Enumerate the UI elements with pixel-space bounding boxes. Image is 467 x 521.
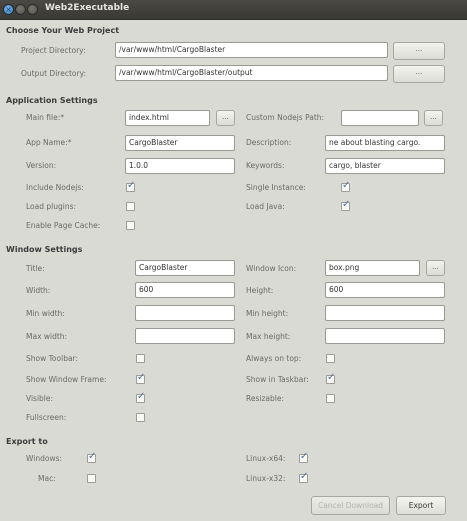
app-name-input[interactable]: CargoBlaster [125, 135, 235, 151]
resizable-checkbox[interactable] [326, 394, 335, 403]
custom-nodejs-label: Custom Nodejs Path: [246, 113, 325, 122]
linux-x64-label: Linux-x64: [246, 454, 286, 463]
project-directory-input[interactable]: /var/www/html/CargoBlaster [115, 42, 388, 58]
section-export-to: Export to [6, 437, 48, 446]
max-height-label: Max height: [246, 332, 291, 341]
windows-checkbox[interactable] [87, 451, 96, 463]
export-button[interactable]: Export [396, 496, 446, 515]
load-plugins-label: Load plugins: [26, 202, 77, 211]
app-name-label: App Name:* [26, 138, 72, 147]
window-icon-browse-button[interactable]: ... [426, 260, 445, 276]
include-nodejs-label: Include Nodejs: [26, 183, 84, 192]
show-window-frame-label: Show Window Frame: [26, 375, 107, 384]
description-label: Description: [246, 138, 292, 147]
enable-page-cache-checkbox[interactable] [126, 221, 135, 230]
load-java-checkbox[interactable] [341, 199, 350, 211]
maximize-window-button[interactable] [27, 4, 38, 15]
max-width-label: Max width: [26, 332, 68, 341]
include-nodejs-checkbox[interactable] [126, 180, 135, 192]
show-in-taskbar-label: Show in Taskbar: [246, 375, 309, 384]
window-title: Web2Executable [45, 3, 130, 13]
section-application-settings: Application Settings [6, 96, 98, 105]
enable-page-cache-label: Enable Page Cache: [26, 221, 101, 230]
cancel-download-button[interactable]: Cancel Download [311, 496, 390, 515]
minimize-window-button[interactable] [15, 4, 26, 15]
show-in-taskbar-checkbox[interactable] [326, 372, 335, 384]
close-window-button[interactable]: × [3, 4, 14, 15]
min-width-input[interactable] [135, 305, 235, 321]
single-instance-label: Single Instance: [246, 183, 306, 192]
max-width-input[interactable] [135, 328, 235, 344]
mac-label: Mac: [38, 474, 56, 483]
windows-label: Windows: [26, 454, 63, 463]
custom-nodejs-browse-button[interactable]: ... [424, 110, 443, 126]
linux-x32-checkbox[interactable] [299, 471, 308, 483]
fullscreen-label: Fullscreen: [26, 413, 67, 422]
title-label: Title: [26, 264, 45, 273]
always-on-top-label: Always on top: [246, 354, 302, 363]
custom-nodejs-input[interactable] [341, 110, 419, 126]
title-bar: × Web2Executable [0, 0, 467, 20]
window-icon-label: Window Icon: [246, 264, 297, 273]
min-width-label: Min width: [26, 309, 65, 318]
window-icon-input[interactable]: box.png [325, 260, 420, 276]
max-height-input[interactable] [325, 328, 445, 344]
show-toolbar-checkbox[interactable] [136, 354, 145, 363]
min-height-label: Min height: [246, 309, 289, 318]
min-height-input[interactable] [325, 305, 445, 321]
resizable-label: Resizable: [246, 394, 284, 403]
width-input[interactable]: 600 [135, 282, 235, 298]
project-directory-browse-button[interactable]: ... [393, 42, 445, 60]
visible-checkbox[interactable] [136, 391, 145, 403]
load-java-label: Load Java: [246, 202, 285, 211]
linux-x32-label: Linux-x32: [246, 474, 286, 483]
keywords-label: Keywords: [246, 161, 285, 170]
description-input[interactable]: ne about blasting cargo. [325, 135, 445, 151]
section-web-project: Choose Your Web Project [6, 26, 120, 35]
width-label: Width: [26, 286, 51, 295]
project-directory-label: Project Directory: [21, 46, 86, 55]
fullscreen-checkbox[interactable] [136, 413, 145, 422]
version-input[interactable]: 1.0.0 [125, 158, 235, 174]
close-icon: × [5, 5, 12, 14]
output-directory-input[interactable]: /var/www/html/CargoBlaster/output [115, 65, 388, 81]
output-directory-browse-button[interactable]: ... [393, 65, 445, 83]
height-label: Height: [246, 286, 274, 295]
show-window-frame-checkbox[interactable] [136, 372, 145, 384]
version-label: Version: [26, 161, 57, 170]
height-input[interactable]: 600 [325, 282, 445, 298]
mac-checkbox[interactable] [87, 474, 96, 483]
keywords-input[interactable]: cargo, blaster [325, 158, 445, 174]
single-instance-checkbox[interactable] [341, 180, 350, 192]
section-window-settings: Window Settings [6, 245, 83, 254]
main-file-browse-button[interactable]: ... [216, 110, 235, 126]
output-directory-label: Output Directory: [21, 69, 86, 78]
visible-label: Visible: [26, 394, 54, 403]
main-file-input[interactable]: index.html [125, 110, 210, 126]
main-file-label: Main file:* [26, 113, 64, 122]
always-on-top-checkbox[interactable] [326, 354, 335, 363]
load-plugins-checkbox[interactable] [126, 202, 135, 211]
title-input[interactable]: CargoBlaster [135, 260, 235, 276]
linux-x64-checkbox[interactable] [299, 451, 308, 463]
show-toolbar-label: Show Toolbar: [26, 354, 79, 363]
